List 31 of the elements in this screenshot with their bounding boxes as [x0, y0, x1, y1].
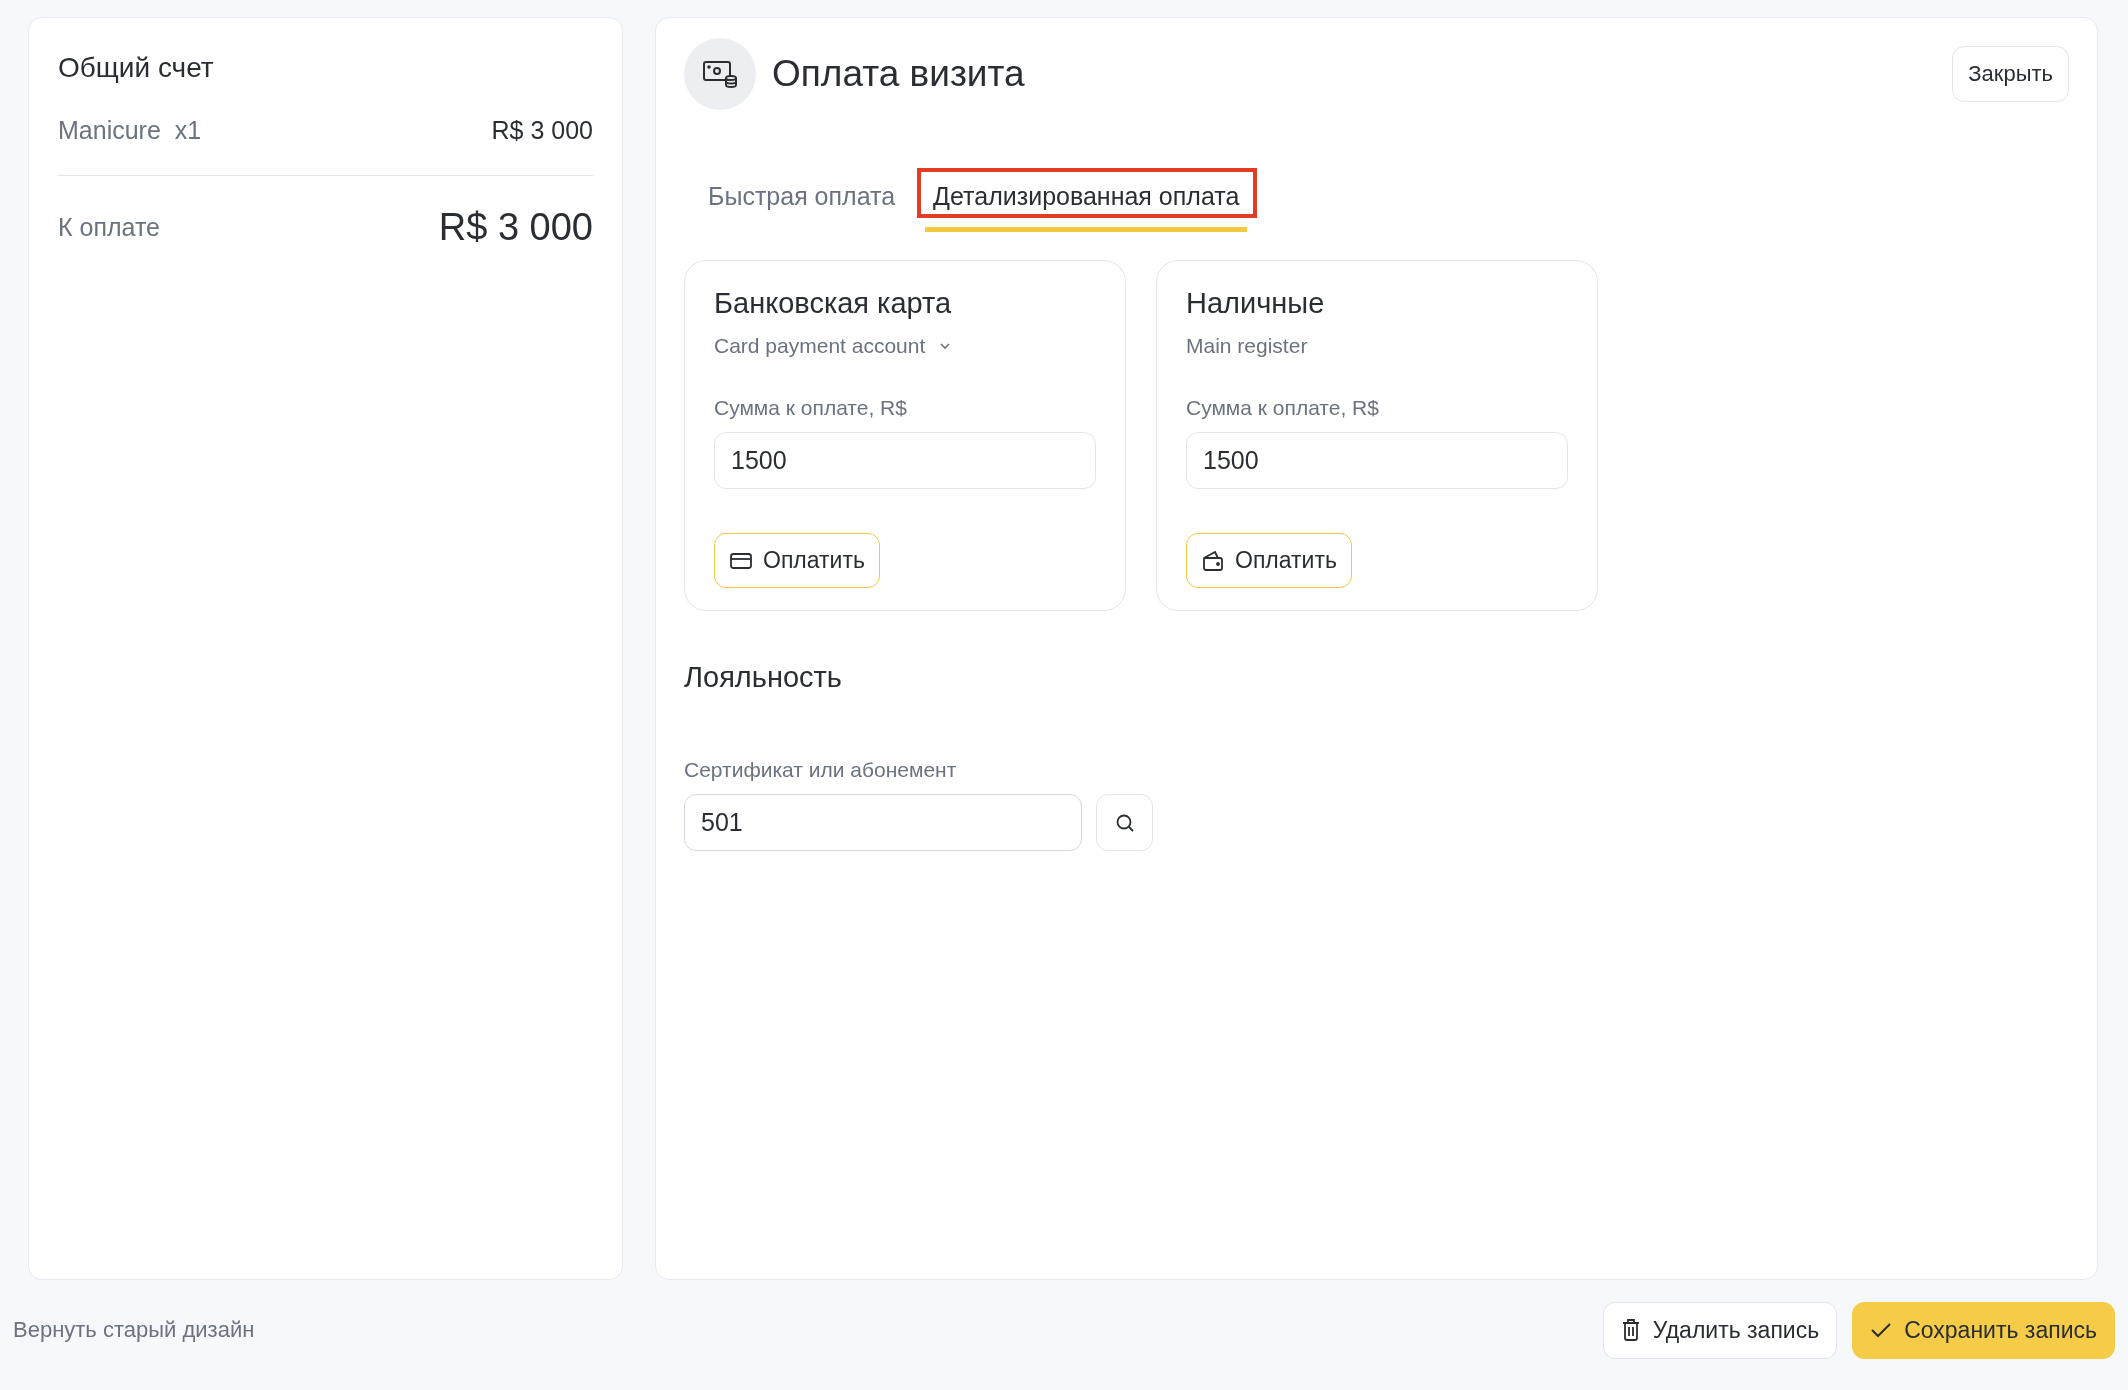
amount-field[interactable]: 1500: [714, 432, 1096, 489]
tab[interactable]: Детализированная оплата: [925, 168, 1248, 232]
bill-title: Общий счет: [58, 52, 215, 84]
old-design-link[interactable]: Вернуть старый дизайн: [13, 1317, 255, 1343]
account-name: Main register: [1186, 334, 1308, 358]
field-label: Сумма к оплате, R$: [1186, 396, 1380, 420]
search-button[interactable]: [1096, 794, 1153, 851]
credit-card-icon: [729, 550, 753, 571]
wallet-icon: [1201, 549, 1225, 572]
total-amount: R$ 3 000: [438, 206, 593, 249]
delete-button[interactable]: Удалить запись: [1602, 1301, 1838, 1359]
account-dropdown[interactable]: Card payment account: [714, 334, 926, 358]
save-button[interactable]: Сохранить запись: [1852, 1301, 2115, 1359]
close-button[interactable]: Закрыть: [1952, 46, 2069, 102]
item-price: R$ 3 000: [491, 116, 593, 145]
method-title: Наличные: [1186, 287, 1326, 320]
chevron-down-icon[interactable]: [939, 342, 952, 350]
tab[interactable]: Быстрая оплата: [690, 168, 914, 232]
amount-field[interactable]: 1500: [1186, 432, 1568, 489]
certificate-field[interactable]: 501: [684, 794, 1082, 851]
pay-button[interactable]: Оплатить: [714, 533, 880, 588]
item-name: Manicure x1: [58, 116, 202, 145]
section-title: Лояльность: [684, 661, 843, 694]
total-label: К оплате: [58, 213, 160, 242]
field-label: Сумма к оплате, R$: [714, 396, 908, 420]
pay-button[interactable]: Оплатить: [1186, 533, 1352, 588]
checkmark-icon: [1870, 1321, 1893, 1339]
dialog-title: Оплата визита: [772, 53, 1026, 95]
method-title: Банковская карта: [714, 287, 953, 320]
trash-icon: [1620, 1318, 1641, 1342]
field-label: Сертификат или абонемент: [684, 758, 958, 782]
